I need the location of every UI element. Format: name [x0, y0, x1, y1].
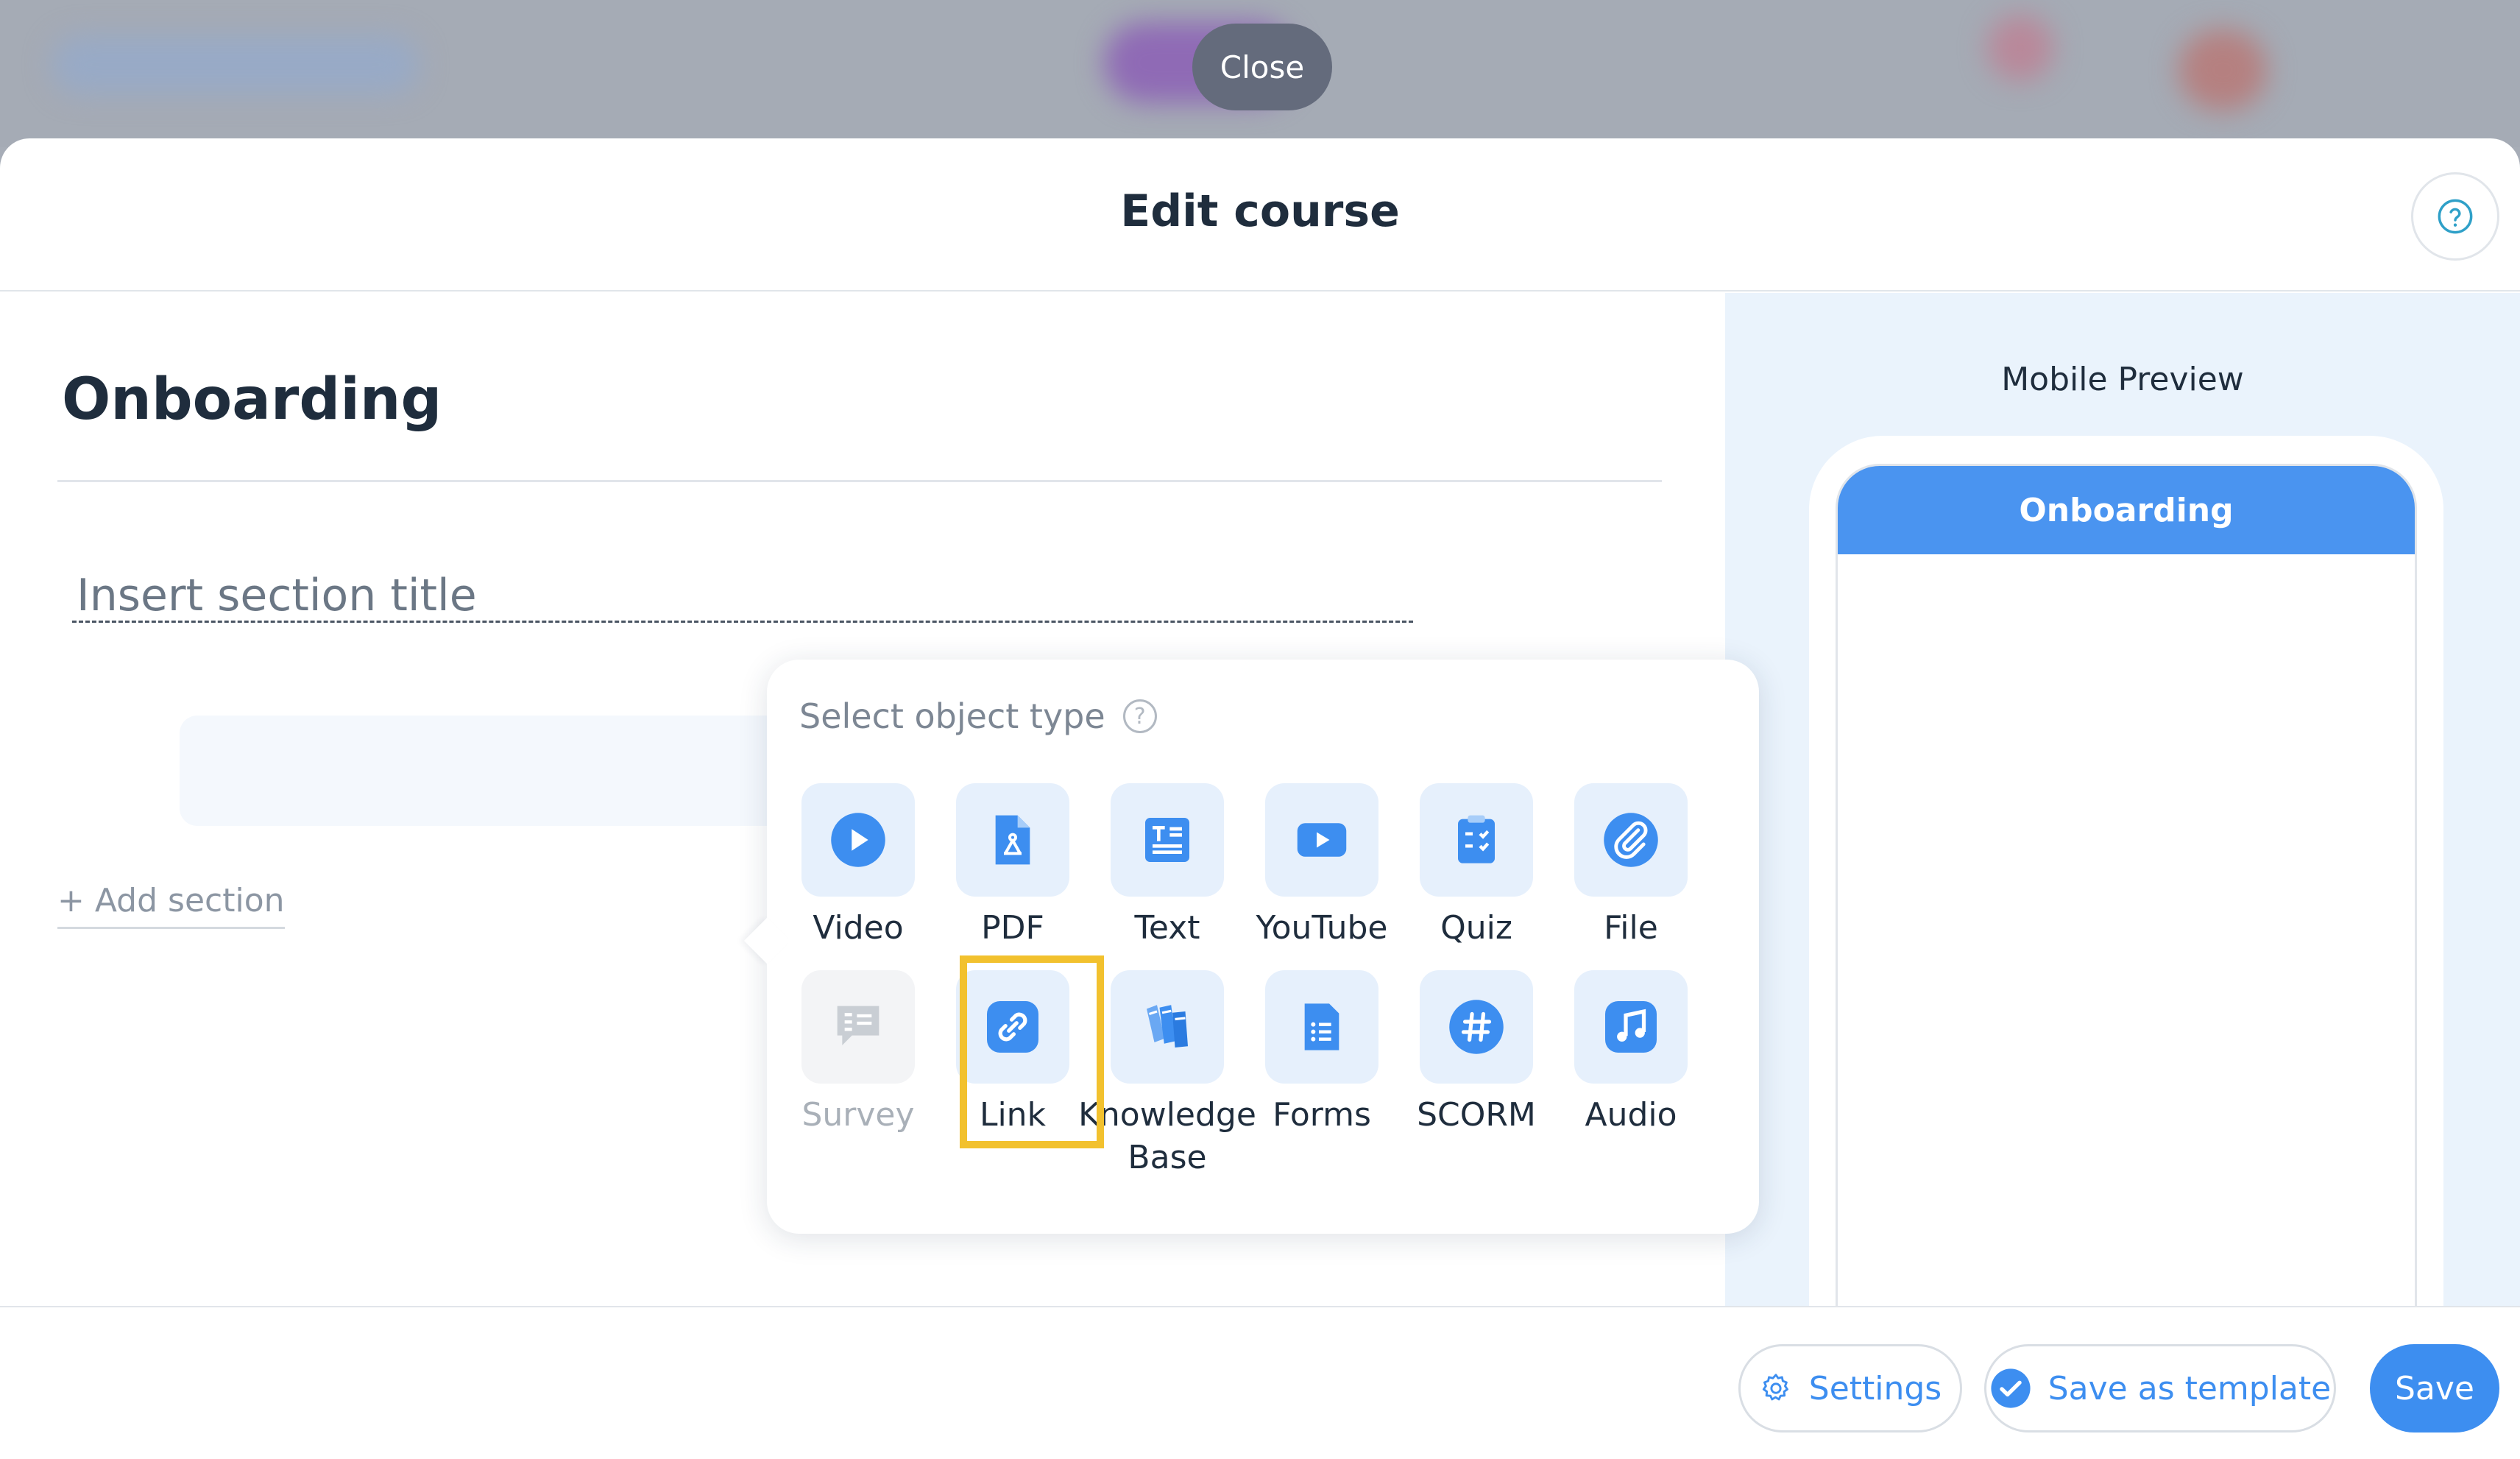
backdrop-blur-shape: [52, 35, 420, 94]
modal-footer: Settings Save as template Save: [0, 1306, 2520, 1459]
gear-icon: [1762, 1374, 1788, 1401]
object-type-file[interactable]: File: [1557, 783, 1705, 950]
save-as-template-button[interactable]: Save as template: [1984, 1344, 2336, 1432]
tile-label: PDF: [981, 909, 1044, 947]
object-type-scorm[interactable]: SCORM: [1403, 970, 1550, 1137]
tile-icon-box: [801, 970, 915, 1084]
tile-icon-box: [1111, 783, 1224, 897]
tile-label: YouTube: [1256, 909, 1388, 947]
popover-title-text: Select object type: [799, 696, 1105, 736]
tile-label: Audio: [1585, 1096, 1677, 1134]
section-title-input[interactable]: Insert section title: [72, 570, 1413, 623]
object-type-audio[interactable]: Audio: [1557, 970, 1705, 1137]
object-type-forms[interactable]: Forms: [1248, 970, 1395, 1137]
survey-speech-icon: [837, 1006, 879, 1045]
tile-label: File: [1604, 909, 1658, 947]
save-as-template-label: Save as template: [2048, 1369, 2332, 1407]
save-button[interactable]: Save: [2370, 1344, 2499, 1432]
youtube-icon: [1297, 823, 1347, 857]
pdf-file-icon: [995, 815, 1030, 865]
phone-frame: Onboarding: [1809, 436, 2443, 1421]
select-object-type-popover: Select object type ? Video PDF Text YouT…: [743, 660, 1759, 1234]
tile-icon-box: [1111, 970, 1224, 1084]
object-type-video[interactable]: Video: [785, 783, 932, 950]
tile-label: Text: [1134, 909, 1200, 947]
popover-title: Select object type ?: [799, 696, 1157, 736]
modal-header: Edit course: [0, 138, 2520, 292]
object-type-pdf[interactable]: PDF: [939, 783, 1086, 950]
object-type-knowledge-base[interactable]: Knowledge Base: [1078, 970, 1256, 1179]
play-circle-icon: [831, 813, 885, 867]
modal-title: Edit course: [1120, 186, 1400, 237]
mobile-preview-label: Mobile Preview: [2001, 361, 2244, 398]
phone-title-bar: Onboarding: [1838, 466, 2415, 554]
question-circle-icon: [2438, 199, 2473, 234]
tile-icon-box: [1420, 970, 1533, 1084]
link-highlight-box: [960, 955, 1104, 1148]
object-type-quiz[interactable]: Quiz: [1403, 783, 1550, 950]
settings-button[interactable]: Settings: [1738, 1344, 1962, 1432]
help-button[interactable]: [2411, 172, 2499, 261]
settings-label: Settings: [1808, 1369, 1942, 1407]
check-circle-icon: [1991, 1368, 2031, 1408]
tile-label: Video: [813, 909, 904, 947]
object-type-survey: Survey: [785, 970, 932, 1137]
tile-icon-box: [1265, 783, 1378, 897]
backdrop-blur-shape: [1987, 15, 2053, 81]
text-document-icon: [1145, 818, 1189, 862]
tile-icon-box: [1420, 783, 1533, 897]
tile-icon-box: [1265, 970, 1378, 1084]
phone-screen: Onboarding: [1836, 464, 2417, 1421]
form-list-icon: [1304, 1003, 1339, 1050]
object-type-youtube[interactable]: YouTube: [1248, 783, 1395, 950]
object-type-text[interactable]: Text: [1094, 783, 1241, 950]
tile-label: Survey: [801, 1096, 915, 1134]
clipboard-checklist-icon: [1458, 815, 1495, 863]
course-title[interactable]: Onboarding: [62, 367, 442, 433]
hashtag-icon: [1449, 1000, 1504, 1054]
backdrop-blur-shape: [2179, 29, 2267, 110]
tile-label: SCORM: [1417, 1096, 1536, 1134]
section-content-placeholder[interactable]: [180, 716, 827, 826]
books-icon: [1147, 1005, 1188, 1048]
mobile-preview-pane: Mobile Preview Onboarding: [1725, 293, 2520, 1421]
divider: [57, 480, 1662, 482]
tile-label: Knowledge Base: [1078, 1096, 1256, 1176]
question-icon[interactable]: ?: [1122, 699, 1157, 733]
paperclip-icon: [1604, 813, 1658, 867]
music-note-icon: [1605, 1001, 1657, 1053]
tile-icon-box: [1574, 970, 1688, 1084]
tile-icon-box: [801, 783, 915, 897]
add-section-link[interactable]: + Add section: [57, 882, 285, 929]
tile-icon-box: [956, 783, 1069, 897]
tile-label: Quiz: [1440, 909, 1512, 947]
close-button[interactable]: Close: [1192, 24, 1332, 110]
tile-icon-box: [1574, 783, 1688, 897]
tile-label: Forms: [1273, 1096, 1371, 1134]
